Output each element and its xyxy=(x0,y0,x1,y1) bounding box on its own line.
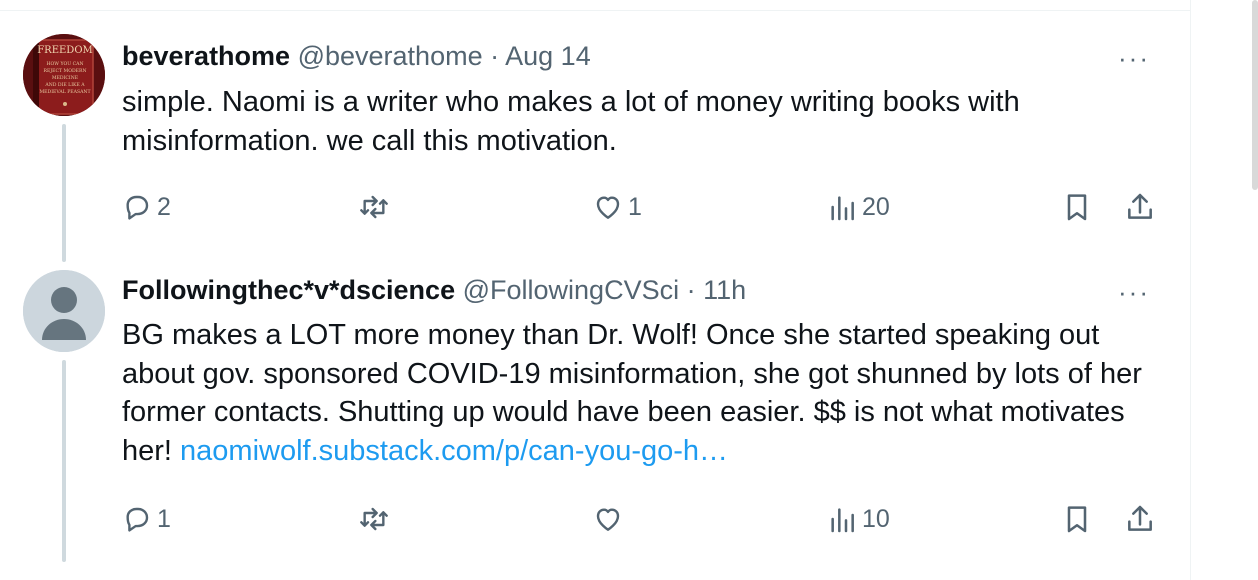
avatar[interactable]: FREEDOM HOW YOU CAN REJECT MODERN MEDICI… xyxy=(23,34,105,116)
retweet-button[interactable] xyxy=(358,501,394,537)
retweet-button[interactable] xyxy=(358,189,394,225)
author-handle[interactable]: @FollowingCVSci xyxy=(463,275,679,305)
share-button[interactable] xyxy=(1124,501,1156,537)
like-count: 1 xyxy=(628,192,642,221)
author-name[interactable]: Followingthec*v*dscience xyxy=(122,275,455,305)
reply-count: 2 xyxy=(157,192,171,221)
svg-text:MEDIEVAL PEASANT: MEDIEVAL PEASANT xyxy=(39,89,91,95)
retweet-icon xyxy=(360,507,388,531)
timestamp[interactable]: Aug 14 xyxy=(505,41,591,71)
views-icon xyxy=(831,508,854,533)
tweet-header: Followingthec*v*dscience @FollowingCVSci… xyxy=(122,272,746,308)
tweet-header: beverathome @beverathome · Aug 14 xyxy=(122,38,591,74)
timestamp[interactable]: 11h xyxy=(703,275,746,305)
separator-dot: · xyxy=(686,275,696,305)
default-profile-icon xyxy=(23,270,105,352)
author-name[interactable]: beverathome xyxy=(122,41,290,71)
views-count: 20 xyxy=(862,192,890,221)
share-icon xyxy=(1128,193,1152,219)
like-button[interactable] xyxy=(592,501,628,537)
reply-icon xyxy=(126,507,149,532)
book-cover-image: FREEDOM HOW YOU CAN REJECT MODERN MEDICI… xyxy=(23,34,105,116)
svg-text:FREEDOM: FREEDOM xyxy=(37,45,93,56)
tweet-link[interactable]: naomiwolf.substack.com/p/can-you-go-h… xyxy=(180,435,728,467)
more-icon[interactable]: ··· xyxy=(1116,45,1152,71)
svg-text:MEDICINE: MEDICINE xyxy=(52,75,78,81)
reply-button[interactable]: 2 xyxy=(121,189,171,225)
svg-text:HOW YOU CAN: HOW YOU CAN xyxy=(47,61,84,67)
svg-text:REJECT MODERN: REJECT MODERN xyxy=(43,68,86,74)
views-button[interactable]: 10 xyxy=(826,501,890,537)
tweet-text: BG makes a LOT more money than Dr. Wolf!… xyxy=(122,316,1172,470)
share-button[interactable] xyxy=(1124,189,1156,225)
tweet-text: simple. Naomi is a writer who makes a lo… xyxy=(122,83,1172,160)
views-button[interactable]: 20 xyxy=(826,189,890,225)
scrollbar-thumb[interactable] xyxy=(1252,0,1258,190)
views-count: 10 xyxy=(862,504,890,533)
share-icon xyxy=(1128,505,1152,531)
bookmark-icon xyxy=(1067,506,1087,533)
more-icon[interactable]: ··· xyxy=(1116,279,1152,305)
reply-button[interactable]: 1 xyxy=(121,501,171,537)
like-icon xyxy=(596,196,620,219)
like-icon xyxy=(596,508,620,531)
bookmark-button[interactable] xyxy=(1061,501,1093,537)
author-handle[interactable]: @beverathome xyxy=(298,41,483,71)
top-divider xyxy=(0,10,1190,11)
column-border xyxy=(1190,0,1191,580)
retweet-icon xyxy=(360,195,388,219)
views-icon xyxy=(831,196,854,221)
like-button[interactable]: 1 xyxy=(592,189,642,225)
svg-text:AND DIE LIKE A: AND DIE LIKE A xyxy=(44,82,85,88)
separator-dot: · xyxy=(490,41,500,71)
reply-icon xyxy=(126,195,149,220)
thread-line xyxy=(62,124,66,262)
tweet-text-content: simple. Naomi is a writer who makes a lo… xyxy=(122,86,1020,157)
thread-line xyxy=(62,360,66,562)
avatar[interactable] xyxy=(23,270,105,352)
bookmark-icon xyxy=(1067,194,1087,221)
reply-count: 1 xyxy=(157,504,171,533)
bookmark-button[interactable] xyxy=(1061,189,1093,225)
